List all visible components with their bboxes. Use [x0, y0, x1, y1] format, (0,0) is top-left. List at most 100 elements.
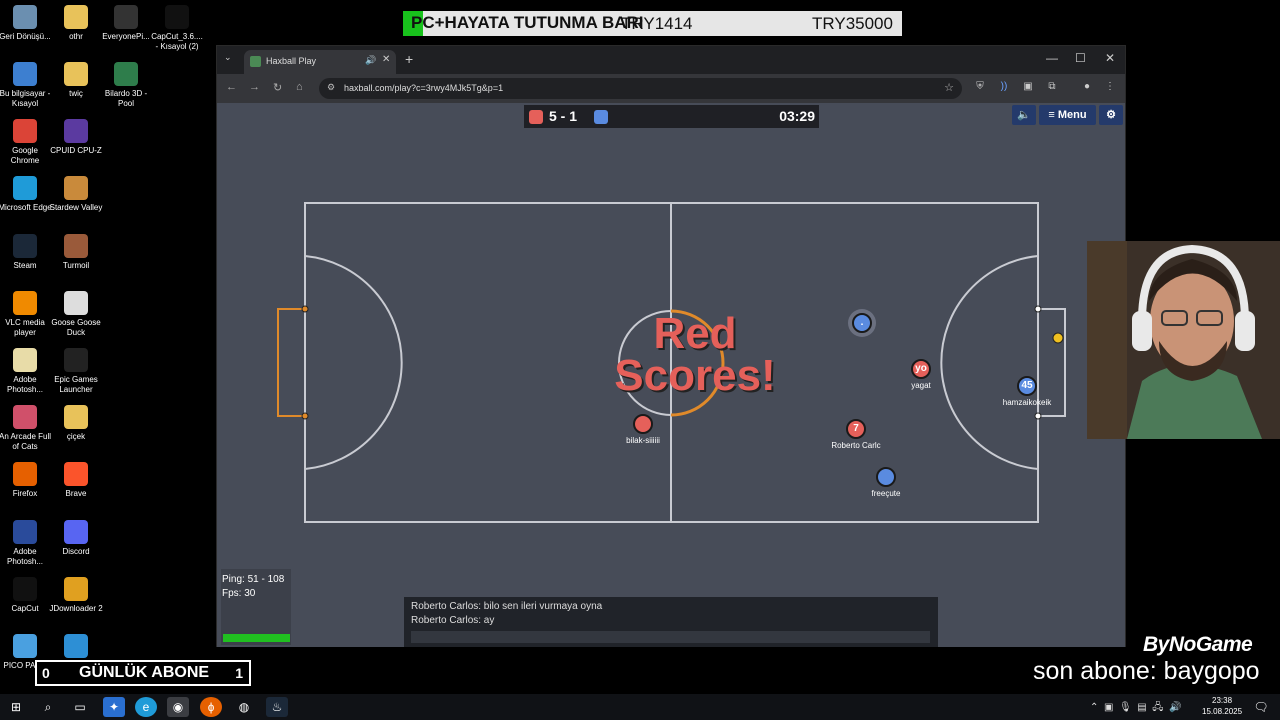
desktop-icon-label: Bilardo 3D - Pool	[104, 89, 148, 108]
network-icon[interactable]: 🖧	[1152, 702, 1163, 713]
display-icon[interactable]: ▤	[1137, 702, 1146, 713]
ping-graph	[223, 634, 290, 642]
tray-app-icon[interactable]: ▣	[1104, 702, 1113, 713]
obs-taskbar-icon[interactable]: ◍	[233, 697, 255, 717]
blue-team-swatch	[594, 110, 608, 124]
desktop-icon[interactable]: Bilardo 3D - Pool	[99, 62, 153, 109]
new-tab-plus-icon[interactable]: +	[405, 51, 413, 67]
desktop-icon[interactable]: Geri Dönüşü...	[0, 5, 52, 42]
home-icon[interactable]: ⌂	[296, 81, 303, 93]
chat-input[interactable]	[411, 631, 930, 643]
tab-haxball[interactable]: Haxball Play 🔊 ✕	[244, 50, 396, 74]
desktop-icon[interactable]: CPUID CPU-Z	[49, 119, 103, 156]
desktop-icon[interactable]: JDownloader 2	[49, 577, 103, 614]
back-arrow-icon[interactable]: ←	[226, 81, 237, 93]
goal-target: TRY35000	[812, 14, 893, 33]
desktop-icon[interactable]: CapCut	[0, 577, 52, 614]
microphone-icon[interactable]: 🎙	[1119, 702, 1132, 713]
desktop-icon[interactable]: Firefox	[0, 462, 52, 499]
desktop-icon[interactable]: othr	[49, 5, 103, 42]
shield-extension-icon[interactable]: ⛨	[973, 81, 987, 95]
desktop-icon[interactable]: Goose Goose Duck	[49, 291, 103, 338]
notifications-icon[interactable]: 🗨	[1250, 697, 1272, 717]
edge-taskbar-icon[interactable]: e	[135, 697, 157, 717]
desktop-icon[interactable]: Microsoft Edge	[0, 176, 52, 213]
desktop-icon-label: Discord	[62, 547, 90, 556]
desktop-icon-label: Steam	[13, 261, 37, 270]
player-name: bilak-siiiiii	[626, 436, 660, 445]
app-icon	[114, 5, 138, 29]
settings-gear-icon[interactable]: ⚙	[1099, 105, 1123, 125]
desktop-icon[interactable]: EveryonePi...	[99, 5, 153, 42]
desktop-icon[interactable]: An Arcade Full of Cats	[0, 405, 52, 452]
audio-extension-icon[interactable]: ))	[997, 81, 1011, 95]
capcut-icon	[13, 577, 37, 601]
announcement-line1: Red	[653, 309, 737, 358]
chrome-taskbar-icon[interactable]: ◉	[167, 697, 189, 717]
file-icon	[13, 348, 37, 372]
desktop-icon[interactable]: Brave	[49, 462, 103, 499]
start-windows-icon[interactable]: ⊞	[5, 697, 27, 717]
desktop-icon[interactable]: CapCut_3.6.... - Kısayol (2)	[150, 5, 204, 52]
taskbar-clock[interactable]: 23:38 15.08.2025	[1202, 695, 1242, 717]
close-window-button[interactable]: ✕	[1105, 51, 1115, 65]
steam-taskbar-icon[interactable]: ♨	[266, 697, 288, 717]
url-bar[interactable]: ⚙ haxball.com/play?c=3rwy4MJk5Tg&p=1 ☆	[319, 78, 962, 99]
desktop-icon-label: An Arcade Full of Cats	[0, 432, 52, 451]
screen-extension-icon[interactable]: ▣	[1021, 81, 1035, 95]
desktop-icon[interactable]: twiç	[49, 62, 103, 99]
minimize-button[interactable]: —	[1046, 51, 1058, 65]
tab-bar: ⌄ Haxball Play 🔊 ✕ + — ☐ ✕	[217, 46, 1125, 74]
player-badge: yo	[915, 363, 927, 374]
player-badge: 7	[853, 423, 859, 434]
desktop-icon-label: Stardew Valley	[49, 203, 103, 212]
tab-search-chevron-icon[interactable]: ⌄	[224, 52, 232, 63]
site-info-icon[interactable]: ⚙	[327, 82, 335, 93]
desktop-icon[interactable]: VLC media player	[0, 291, 52, 338]
desktop-icon[interactable]: Adobe Photosh...	[0, 348, 52, 395]
desktop-icon[interactable]: Adobe Photosh...	[0, 520, 52, 567]
desktop-icon[interactable]: Turmoil	[49, 234, 103, 271]
desktop-icon[interactable]: Discord	[49, 520, 103, 557]
epic-icon	[64, 348, 88, 372]
kebab-menu-icon[interactable]: ⋮	[1103, 81, 1117, 95]
menu-button[interactable]: ≡ Menu	[1039, 105, 1096, 125]
volume-icon[interactable]: 🔊	[1169, 702, 1181, 713]
bookmark-star-icon[interactable]: ☆	[944, 81, 954, 94]
goal-announcement: Red Scores!	[595, 309, 795, 398]
maximize-button[interactable]: ☐	[1075, 51, 1086, 65]
right-goal-post-bottom	[1034, 412, 1042, 420]
forward-arrow-icon[interactable]: →	[249, 81, 260, 93]
folder-icon	[64, 62, 88, 86]
firefox-taskbar-icon[interactable]: ɸ	[200, 697, 222, 717]
tab-close-icon[interactable]: ✕	[382, 54, 390, 65]
reload-icon[interactable]: ↻	[273, 81, 282, 94]
sound-toggle-icon[interactable]: 🔈	[1012, 105, 1036, 125]
desktop-icon-label: Geri Dönüşü...	[0, 32, 51, 41]
haxball-game-view[interactable]: bilak-siiiiii yo yagat 7 Roberto Carlc 45 hamz…	[217, 103, 1125, 647]
tray-overflow-icon[interactable]: ⌃	[1090, 702, 1098, 713]
desktop-icon[interactable]: Bu bilgisayar - Kısayol	[0, 62, 52, 109]
desktop-icon-label: CapCut_3.6.... - Kısayol (2)	[151, 32, 203, 51]
copilot-taskbar-icon[interactable]: ✦	[103, 697, 125, 717]
desktop-icon[interactable]: Stardew Valley	[49, 176, 103, 213]
puzzle-extensions-icon[interactable]: ⧉	[1045, 81, 1059, 95]
speaker-icon[interactable]: 🔊	[365, 55, 376, 66]
counter-label: GÜNLÜK ABONE	[79, 664, 210, 681]
counter-right-value: 1	[235, 665, 243, 681]
haxball-favicon-icon	[250, 56, 261, 67]
desktop-icon-label: Microsoft Edge	[0, 203, 52, 212]
profile-avatar-icon[interactable]: ●	[1080, 81, 1094, 95]
desktop-icon[interactable]: Epic Games Launcher	[49, 348, 103, 395]
system-tray: ⌃ ▣ 🎙 ▤ 🖧 🔊	[1090, 700, 1181, 717]
desktop-icon[interactable]: çiçek	[49, 405, 103, 442]
desktop-icon[interactable]: Steam	[0, 234, 52, 271]
stardew-icon	[64, 176, 88, 200]
desktop-icon[interactable]: Google Chrome	[0, 119, 52, 166]
search-icon[interactable]: ⌕	[37, 697, 59, 717]
task-view-icon[interactable]: ▭	[69, 697, 91, 717]
chat-box: Roberto Carlos: bilo sen ileri vurmaya o…	[404, 597, 938, 647]
tab-title: Haxball Play	[266, 56, 317, 66]
chrome-icon	[13, 119, 37, 143]
desktop-icon-label: Turmoil	[62, 261, 90, 270]
